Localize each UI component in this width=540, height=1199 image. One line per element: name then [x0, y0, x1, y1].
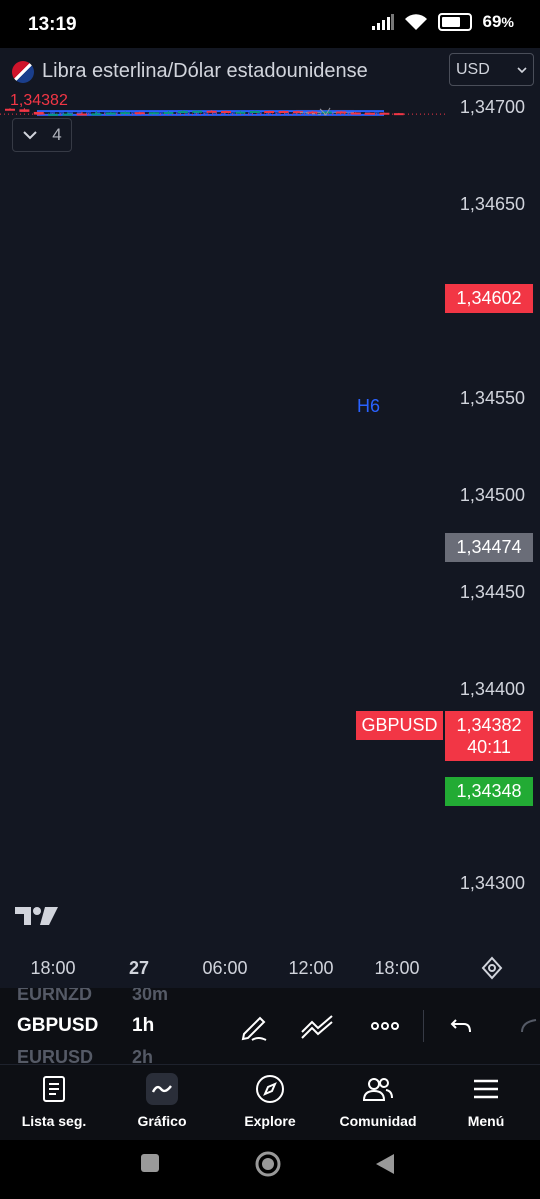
symbol-title[interactable]: Libra esterlina/Dólar estadounidense	[12, 60, 368, 83]
candlestick-chart[interactable]	[0, 48, 540, 988]
nav-chart[interactable]: Gráfico	[112, 1073, 212, 1129]
battery-percent: 69%	[482, 12, 514, 31]
nav-label: Comunidad	[339, 1113, 417, 1129]
toolbar-divider	[423, 1010, 424, 1042]
candle-body	[134, 112, 145, 115]
take-profit-badge: 1,34348	[445, 777, 533, 806]
nav-label: Menú	[467, 1113, 505, 1129]
nav-community[interactable]: Comunidad	[328, 1073, 428, 1129]
watchlist-icon	[38, 1073, 70, 1105]
compass-icon	[254, 1073, 286, 1105]
back-icon[interactable]	[374, 1152, 396, 1176]
candle-body	[393, 113, 404, 116]
candle-body	[48, 113, 59, 116]
battery-fill	[442, 17, 461, 27]
candle-body	[264, 111, 275, 114]
symbol-price-tag: GBPUSD	[356, 711, 443, 740]
menu-icon	[470, 1073, 502, 1105]
candle-body	[163, 111, 174, 114]
candle-body	[33, 111, 44, 115]
price-axis-label: 1,34450	[459, 582, 525, 602]
time-axis-label: 06:00	[202, 958, 248, 978]
time-axis[interactable]: 18:00 27 06:00 12:00 18:00	[0, 950, 540, 986]
candle-body	[379, 112, 390, 115]
session-high-label: 1,34382	[10, 92, 68, 109]
price-axis-label: 1,34500	[459, 485, 525, 505]
current-price-value: 1,34382	[456, 715, 522, 735]
nav-watchlist[interactable]: Lista seg.	[4, 1073, 104, 1129]
nav-explore[interactable]: Explore	[220, 1073, 320, 1129]
candle-body	[149, 112, 159, 115]
current-price-badge: 1,34382 40:11	[445, 711, 533, 761]
symbol-selector[interactable]: GBPUSD	[17, 1015, 98, 1037]
nav-label: Lista seg.	[21, 1113, 87, 1129]
chart-icon	[146, 1073, 178, 1105]
redo-icon[interactable]	[518, 1010, 540, 1042]
price-axis-label: 1,34300	[459, 873, 525, 893]
candle-body	[77, 113, 87, 116]
chevron-down-icon	[517, 66, 527, 73]
status-icons: 69%	[372, 12, 514, 32]
level-label: H6	[357, 396, 381, 416]
nav-menu[interactable]: Menú	[436, 1073, 536, 1129]
candle-body	[249, 111, 260, 114]
time-axis-label: 27	[128, 958, 150, 978]
currency-select[interactable]: USD	[449, 53, 534, 86]
recent-apps-icon[interactable]	[140, 1153, 160, 1173]
status-time: 13:19	[28, 14, 77, 35]
bar-countdown: 40:11	[467, 737, 511, 757]
previous-symbol[interactable]: EURNZD	[17, 988, 92, 1005]
candle-body	[221, 111, 231, 114]
currency-value: USD	[456, 60, 490, 78]
system-navigation-bar	[0, 1140, 540, 1199]
next-timeframe[interactable]: 2h	[132, 1047, 153, 1064]
pencil-icon[interactable]	[238, 1010, 270, 1042]
axis-settings-icon[interactable]	[480, 956, 504, 980]
bottom-navigation: Lista seg. Gráfico Explore Comunidad Men…	[0, 1064, 540, 1140]
stop-loss-badge: 1,34602	[445, 284, 533, 313]
battery-icon	[438, 13, 473, 31]
drawing-tools-icon[interactable]	[300, 1010, 336, 1042]
battery-value: 69	[482, 12, 502, 31]
symbol-title-text: Libra esterlina/Dólar estadounidense	[42, 60, 368, 82]
candle-body	[120, 112, 131, 115]
time-axis-label: 12:00	[288, 958, 334, 978]
candle-body	[278, 111, 289, 114]
tradingview-logo-icon	[15, 907, 58, 925]
undo-icon[interactable]	[450, 1010, 474, 1042]
candle-body	[336, 111, 347, 114]
indicators-toggle-button[interactable]: 4	[12, 118, 72, 152]
indicator-count: 4	[52, 125, 62, 144]
status-bar: 13:19 69%	[0, 0, 540, 48]
candle-body	[91, 113, 102, 116]
next-symbol[interactable]: EURUSD	[17, 1047, 93, 1064]
time-axis-label: 18:00	[30, 958, 76, 978]
nav-label: Gráfico	[137, 1113, 187, 1129]
candle-body	[62, 113, 73, 116]
chart-toolbar: EURNZD 30m GBPUSD 1h EURUSD 2h	[0, 988, 540, 1064]
timeframe-selector[interactable]: 1h	[132, 1015, 154, 1037]
signal-icon	[372, 14, 395, 30]
price-axis-label: 1,34400	[459, 679, 525, 699]
candle-body	[350, 112, 361, 115]
more-icon[interactable]	[370, 1010, 400, 1042]
entry-price-badge: 1,34474	[445, 533, 533, 562]
candle-body	[206, 110, 217, 113]
price-axis-label: 1,34650	[459, 194, 525, 214]
price-axis-label: 1,34550	[459, 388, 525, 408]
candle-body	[235, 111, 246, 114]
candle-body	[105, 112, 116, 115]
community-icon	[362, 1073, 394, 1105]
gbp-usd-flag-icon	[12, 60, 34, 83]
home-icon[interactable]	[255, 1151, 281, 1177]
candle-body	[365, 112, 375, 115]
previous-timeframe[interactable]: 30m	[132, 988, 168, 1005]
price-axis-label: 1,34700	[459, 97, 525, 117]
time-axis-label: 18:00	[374, 958, 420, 978]
nav-label: Explore	[244, 1113, 296, 1129]
wifi-icon	[405, 14, 428, 30]
candle-body	[192, 110, 203, 113]
candle-body	[177, 111, 188, 114]
chevron-down-icon	[23, 131, 37, 140]
